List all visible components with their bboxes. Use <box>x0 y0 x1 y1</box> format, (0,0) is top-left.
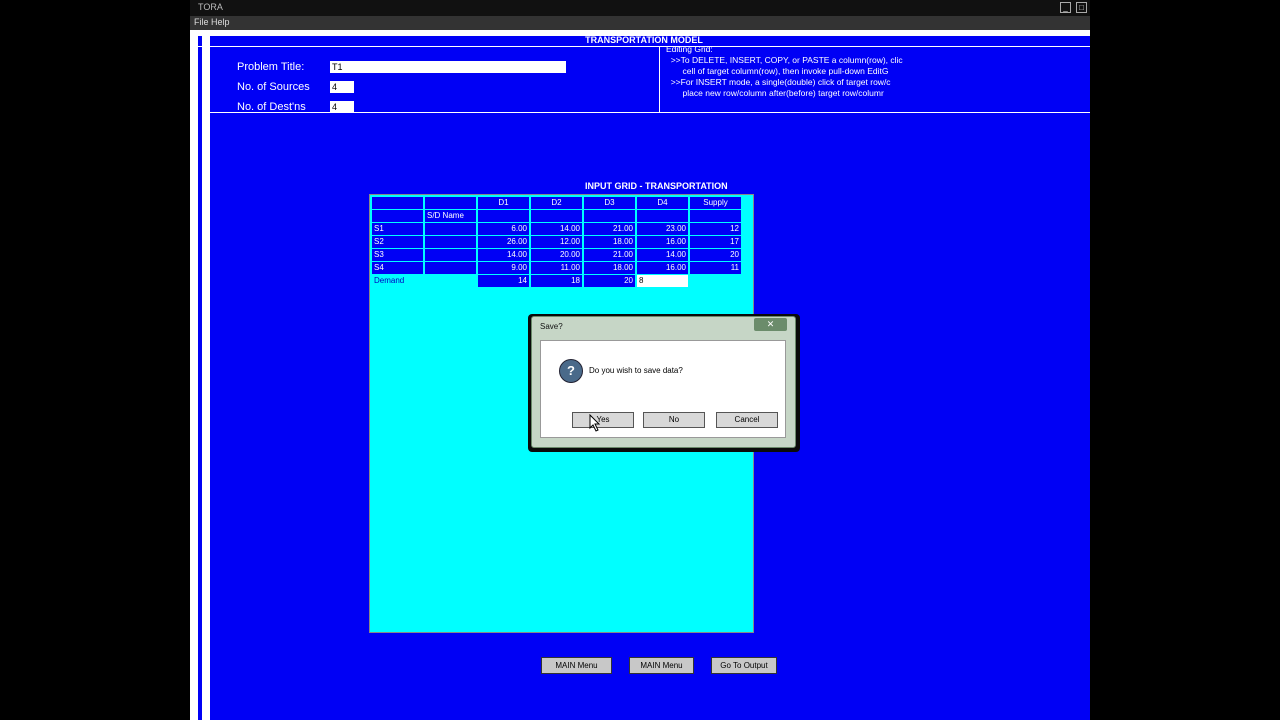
top-divider <box>198 46 1090 47</box>
cost-cell[interactable]: 20.00 <box>531 249 582 261</box>
cost-cell[interactable]: 14.00 <box>637 249 688 261</box>
dialog-message: Do you wish to save data? <box>589 366 683 375</box>
column-header-d4[interactable]: D4 <box>637 197 688 209</box>
supply-cell[interactable]: 20 <box>690 249 741 261</box>
cost-cell[interactable]: 18.00 <box>584 262 635 274</box>
dest-name-cell[interactable] <box>531 210 582 222</box>
cost-cell[interactable]: 26.00 <box>478 236 529 248</box>
cost-cell[interactable]: 16.00 <box>637 236 688 248</box>
cost-cell[interactable]: 18.00 <box>584 236 635 248</box>
dest-name-cell[interactable] <box>584 210 635 222</box>
main-menu-button-2[interactable]: MAIN Menu <box>629 657 694 674</box>
column-header-d3[interactable]: D3 <box>584 197 635 209</box>
help-divider <box>659 46 660 112</box>
row-label-s3[interactable]: S3 <box>372 249 423 261</box>
dest-name-cell[interactable] <box>637 210 688 222</box>
row-label-s4[interactable]: S4 <box>372 262 423 274</box>
menu-bar: File Help <box>190 16 1090 30</box>
maximize-icon[interactable]: □ <box>1076 2 1087 13</box>
grid-name-corner <box>372 210 423 222</box>
cost-cell[interactable]: 16.00 <box>637 262 688 274</box>
problem-title-input[interactable]: T1 <box>330 61 566 73</box>
minimize-icon[interactable]: _ <box>1060 2 1071 13</box>
dialog-body: ? Do you wish to save data? Yes No Cance… <box>540 340 786 438</box>
demand-cell[interactable]: 18 <box>531 275 582 287</box>
title-bar: TORA _ □ <box>190 0 1090 16</box>
demand-cell-active[interactable]: 8 <box>637 275 688 287</box>
editing-grid-help: Editing Grid: >>To DELETE, INSERT, COPY,… <box>666 44 903 98</box>
cost-cell[interactable]: 14.00 <box>478 249 529 261</box>
model-title: TRANSPORTATION MODEL <box>585 35 703 45</box>
demand-name-cell <box>425 275 476 287</box>
source-name-cell[interactable] <box>425 262 476 274</box>
sources-input[interactable]: 4 <box>330 81 354 93</box>
source-name-cell[interactable] <box>425 249 476 261</box>
menu-text[interactable]: File Help <box>194 17 230 27</box>
dest-name-cell[interactable] <box>690 210 741 222</box>
grid-corner-cell <box>425 197 476 209</box>
sources-label: No. of Sources <box>237 81 310 93</box>
demand-supply-empty <box>690 275 741 287</box>
question-icon: ? <box>559 359 583 383</box>
supply-cell[interactable]: 17 <box>690 236 741 248</box>
grid-title: INPUT GRID - TRANSPORTATION <box>585 181 728 191</box>
form-separator <box>210 112 1090 113</box>
cost-cell[interactable]: 11.00 <box>531 262 582 274</box>
go-to-output-button[interactable]: Go To Output <box>711 657 777 674</box>
demand-cell[interactable]: 20 <box>584 275 635 287</box>
dest-name-cell[interactable] <box>478 210 529 222</box>
cost-cell[interactable]: 9.00 <box>478 262 529 274</box>
demand-label: Demand <box>372 275 423 287</box>
sd-name-header: S/D Name <box>425 210 476 222</box>
column-header-d1[interactable]: D1 <box>478 197 529 209</box>
cost-cell[interactable]: 21.00 <box>584 223 635 235</box>
cost-cell[interactable]: 6.00 <box>478 223 529 235</box>
demand-cell[interactable]: 14 <box>478 275 529 287</box>
main-menu-button[interactable]: MAIN Menu <box>541 657 612 674</box>
no-button[interactable]: No <box>643 412 705 428</box>
cancel-button[interactable]: Cancel <box>716 412 778 428</box>
cost-cell[interactable]: 21.00 <box>584 249 635 261</box>
grid-corner-cell <box>372 197 423 209</box>
window-title: TORA <box>198 2 223 12</box>
supply-cell[interactable]: 12 <box>690 223 741 235</box>
yes-button[interactable]: Yes <box>572 412 634 428</box>
mouse-cursor-icon <box>589 414 601 432</box>
row-label-s1[interactable]: S1 <box>372 223 423 235</box>
cost-cell[interactable]: 14.00 <box>531 223 582 235</box>
source-name-cell[interactable] <box>425 223 476 235</box>
left-border <box>202 36 210 720</box>
problem-title-label: Problem Title: <box>237 61 305 73</box>
column-header-d2[interactable]: D2 <box>531 197 582 209</box>
save-dialog: Save? ✕ ? Do you wish to save data? Yes … <box>531 316 796 448</box>
source-name-cell[interactable] <box>425 236 476 248</box>
supply-cell[interactable]: 11 <box>690 262 741 274</box>
row-label-s2[interactable]: S2 <box>372 236 423 248</box>
cost-cell[interactable]: 23.00 <box>637 223 688 235</box>
close-icon[interactable]: ✕ <box>754 318 787 331</box>
cost-cell[interactable]: 12.00 <box>531 236 582 248</box>
column-header-supply[interactable]: Supply <box>690 197 741 209</box>
dialog-title: Save? <box>540 322 563 331</box>
